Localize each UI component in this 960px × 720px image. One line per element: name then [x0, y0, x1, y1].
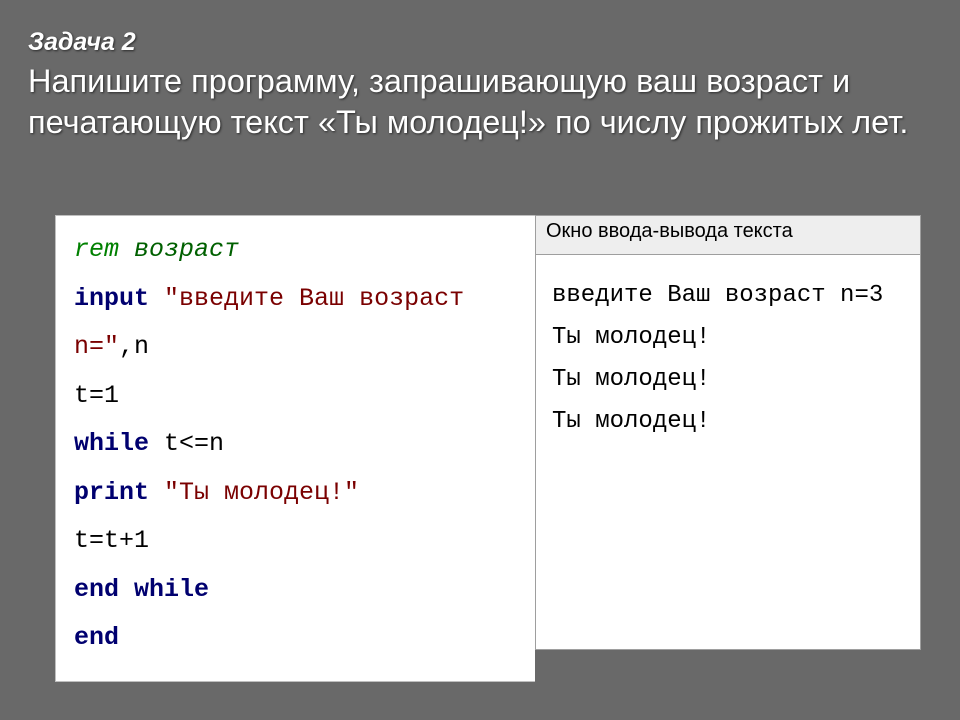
task-label: Задача 2: [28, 28, 932, 57]
keyword-input: input: [74, 284, 149, 313]
keyword-print: print: [74, 478, 149, 507]
task-text: Напишите программу, запрашивающую ваш во…: [28, 61, 932, 142]
code-space: [149, 478, 164, 507]
code-panel: rem возраст input "введите Ваш возраст n…: [55, 215, 535, 682]
code-text: t=1: [74, 381, 119, 410]
output-panel: Окно ввода-вывода текста введите Ваш воз…: [535, 215, 921, 650]
slide: Задача 2 Напишите программу, запрашивающ…: [0, 0, 960, 720]
code-line-1: rem возраст: [74, 226, 521, 275]
output-line: Ты молодец!: [552, 401, 904, 443]
code-line-4: while t<=n: [74, 420, 521, 469]
code-line-8: end: [74, 614, 521, 663]
string-literal: "Ты молодец!": [164, 478, 359, 507]
keyword-end: end: [74, 623, 119, 652]
output-line: Ты молодец!: [552, 317, 904, 359]
panels-row: rem возраст input "введите Ваш возраст n…: [55, 215, 925, 682]
code-line-6: t=t+1: [74, 517, 521, 566]
output-body: введите Ваш возраст n=3 Ты молодец! Ты м…: [535, 255, 921, 650]
code-line-5: print "Ты молодец!": [74, 469, 521, 518]
code-text: t=t+1: [74, 526, 149, 555]
code-tail: t<=n: [149, 429, 224, 458]
code-tail: ,n: [119, 332, 149, 361]
output-title: Окно ввода-вывода текста: [535, 215, 921, 255]
code-line-7: end while: [74, 566, 521, 615]
output-line: Ты молодец!: [552, 359, 904, 401]
keyword-rem: rem: [74, 235, 119, 264]
code-line-2: input "введите Ваш возраст n=",n: [74, 275, 521, 372]
keyword-endwhile: end while: [74, 575, 209, 604]
comment-text: возраст: [119, 235, 239, 264]
code-space: [149, 284, 164, 313]
output-line: введите Ваш возраст n=3: [552, 275, 904, 317]
slide-header: Задача 2 Напишите программу, запрашивающ…: [28, 28, 932, 142]
code-line-3: t=1: [74, 372, 521, 421]
keyword-while: while: [74, 429, 149, 458]
